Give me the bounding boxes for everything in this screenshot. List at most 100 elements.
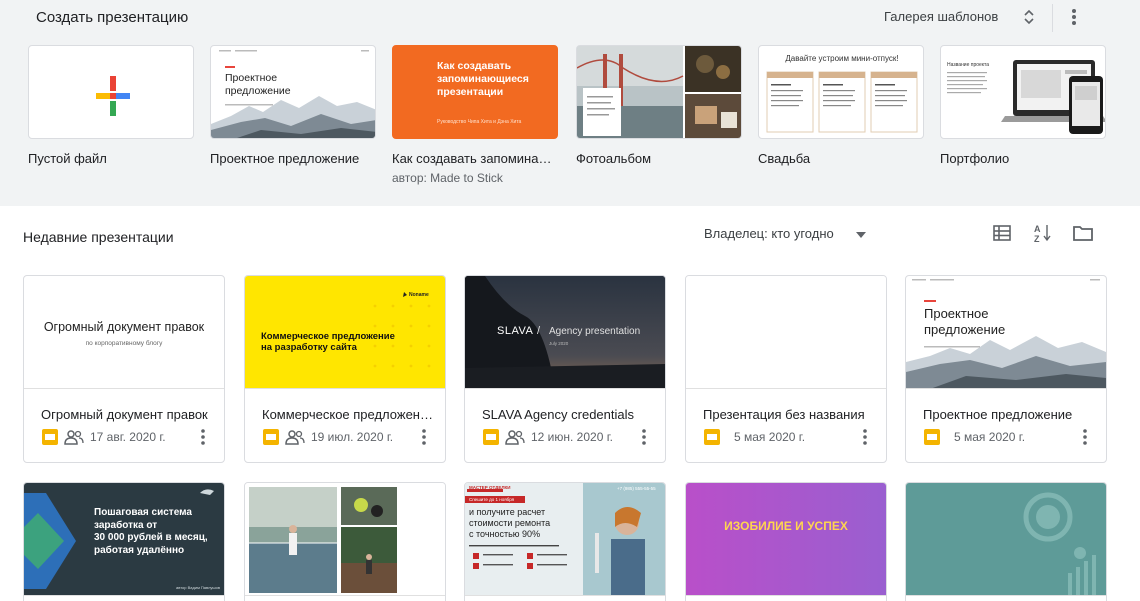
slides-icon bbox=[924, 429, 940, 445]
template-thumbnail[interactable]: Как создавать запоминающиеся презентации… bbox=[392, 45, 558, 139]
more-vert-icon[interactable] bbox=[420, 428, 428, 446]
template-project-proposal[interactable]: Проектное предложение Проектное предложе… bbox=[210, 45, 376, 166]
slides-icon bbox=[483, 429, 499, 445]
card-date: 19 июл. 2020 г. bbox=[311, 430, 394, 444]
template-name: Портфолио bbox=[940, 151, 1010, 166]
recent-presentations-title: Недавние презентации bbox=[23, 229, 174, 245]
presentation-card[interactable]: ИЗОБИЛИЕ И УСПЕХ bbox=[685, 482, 887, 601]
shared-people-icon bbox=[64, 430, 84, 445]
card-meta: 19 июл. 2020 г. bbox=[262, 428, 393, 446]
presentation-card[interactable]: Noname Коммерческое предложение на разра… bbox=[244, 275, 446, 463]
more-vert-icon[interactable] bbox=[199, 428, 207, 446]
template-thumbnail[interactable]: Давайте устроим мини-отпуск! bbox=[758, 45, 924, 139]
thumbnail-title: Огромный документ правок bbox=[43, 320, 205, 334]
card-thumbnail[interactable] bbox=[245, 483, 445, 596]
card-thumbnail[interactable]: Огромный документ правок по корпоративно… bbox=[24, 276, 224, 389]
template-wedding[interactable]: Давайте устроим мини-отпуск! Свадьба bbox=[758, 45, 924, 166]
owner-filter-dropdown[interactable]: Владелец: кто угодно bbox=[704, 226, 834, 241]
card-date: 17 авг. 2020 г. bbox=[90, 430, 166, 444]
sort-az-icon[interactable]: A Z bbox=[1032, 222, 1054, 244]
template-name: Проектное предложение bbox=[210, 151, 360, 166]
template-thumbnail[interactable] bbox=[576, 45, 742, 139]
thumbnail-caption: Руководство Чипа Хита и Дэна Хита bbox=[437, 119, 522, 125]
tennis-collage-thumbnail bbox=[249, 487, 397, 593]
thumbnail-title: Проектное предложение bbox=[924, 306, 1006, 337]
card-thumbnail[interactable] bbox=[906, 483, 1106, 596]
thumbnail-badge: Спешите до 1 ноября bbox=[469, 497, 515, 502]
card-thumbnail[interactable]: Пошаговая система заработка от 30 000 ру… bbox=[24, 483, 224, 596]
template-thumbnail[interactable]: Проектное предложение bbox=[210, 45, 376, 139]
svg-text:Z: Z bbox=[1034, 234, 1040, 244]
more-vert-icon[interactable] bbox=[861, 428, 869, 446]
card-thumbnail[interactable] bbox=[686, 276, 886, 389]
template-photo-album[interactable]: Фотоальбом bbox=[576, 45, 742, 166]
card-date: 12 июн. 2020 г. bbox=[531, 430, 613, 444]
more-vert-icon[interactable] bbox=[1081, 428, 1089, 446]
card-title: Презентация без названия bbox=[703, 407, 865, 422]
presentation-card[interactable]: Огромный документ правок по корпоративно… bbox=[23, 275, 225, 463]
thumbnail-brand: МАСТЕР ОТДЕЛКИ bbox=[469, 485, 511, 490]
thumbnail-title: Как создавать запоминающиеся презентации bbox=[437, 60, 529, 98]
shared-people-icon bbox=[505, 430, 525, 445]
thumbnail-logo: Noname bbox=[409, 292, 429, 298]
template-name: Как создавать запоминающиеся презентации bbox=[392, 151, 552, 166]
thumbnail-separator: / bbox=[537, 325, 541, 337]
template-blank[interactable]: Пустой файл bbox=[28, 45, 194, 166]
thumbnail-title: ИЗОБИЛИЕ И УСПЕХ bbox=[724, 519, 848, 533]
unfold-icon[interactable] bbox=[1020, 6, 1038, 28]
slides-icon bbox=[42, 429, 58, 445]
portfolio-thumbnail bbox=[947, 60, 1105, 134]
thumbnail-title: Коммерческое предложение на разработку с… bbox=[261, 331, 395, 353]
card-date: 5 мая 2020 г. bbox=[734, 430, 806, 444]
presentation-card[interactable] bbox=[905, 482, 1107, 601]
template-name: Фотоальбом bbox=[576, 151, 652, 166]
more-vert-icon[interactable] bbox=[640, 428, 648, 446]
thumbnail-subtitle: July 2020 bbox=[549, 341, 569, 346]
thumbnail-subtitle: по корпоративному блогу bbox=[85, 340, 163, 347]
card-thumbnail[interactable]: Проектное предложение bbox=[906, 276, 1106, 389]
photo-album-thumbnail bbox=[577, 46, 741, 138]
template-made-to-stick[interactable]: Как создавать запоминающиеся презентации… bbox=[392, 45, 558, 185]
card-thumbnail[interactable]: МАСТЕР ОТДЕЛКИ Спешите до 1 ноября и пол… bbox=[465, 483, 665, 596]
dropdown-arrow-icon[interactable] bbox=[856, 232, 866, 238]
template-thumbnail[interactable]: Название проекта bbox=[940, 45, 1106, 139]
presentation-card[interactable]: Пошаговая система заработка от 30 000 ру… bbox=[23, 482, 225, 601]
template-gallery: Создать презентацию Галерея шаблонов Пус… bbox=[0, 0, 1140, 206]
card-meta: 5 мая 2020 г. bbox=[703, 428, 805, 446]
list-view-icon[interactable] bbox=[992, 224, 1012, 242]
card-thumbnail[interactable]: SLAVA / Agency presentation July 2020 bbox=[465, 276, 665, 389]
shared-people-icon bbox=[285, 430, 305, 445]
thumbnail-title: и получите расчет стоимости ремонта с то… bbox=[469, 507, 551, 539]
presentation-card[interactable]: Презентация без названия 5 мая 2020 г. bbox=[685, 275, 887, 463]
presentation-card[interactable]: Проектное предложение Проектное предложе… bbox=[905, 275, 1107, 463]
presentation-card[interactable]: SLAVA / Agency presentation July 2020 SL… bbox=[464, 275, 666, 463]
presentation-card[interactable] bbox=[244, 482, 446, 601]
create-presentation-title: Создать презентацию bbox=[36, 9, 189, 26]
wedding-thumbnail bbox=[766, 71, 918, 133]
card-thumbnail[interactable]: Noname Коммерческое предложение на разра… bbox=[245, 276, 445, 389]
thumbnail-author: автор Вадим Павлушов bbox=[176, 585, 220, 590]
card-title: Коммерческое предложение на разработку с… bbox=[262, 407, 438, 422]
slides-icon bbox=[704, 429, 720, 445]
presentation-card[interactable]: МАСТЕР ОТДЕЛКИ Спешите до 1 ноября и пол… bbox=[464, 482, 666, 601]
template-portfolio[interactable]: Название проекта Портфолио bbox=[940, 45, 1106, 166]
template-name: Пустой файл bbox=[28, 151, 107, 166]
thumbnail-phone: +7 (985) 555-55-55 bbox=[617, 486, 656, 491]
more-vert-icon[interactable] bbox=[1064, 6, 1084, 28]
folder-icon[interactable] bbox=[1072, 224, 1094, 242]
divider bbox=[1052, 4, 1053, 32]
thumbnail-brand: SLAVA bbox=[497, 325, 534, 337]
plus-icon bbox=[96, 76, 130, 116]
template-author: автор: Made to Stick bbox=[392, 171, 503, 185]
template-thumbnail[interactable] bbox=[28, 45, 194, 139]
card-thumbnail[interactable]: ИЗОБИЛИЕ И УСПЕХ bbox=[686, 483, 886, 596]
thumbnail-title: Проектное предложение bbox=[225, 72, 291, 97]
slides-icon bbox=[263, 429, 279, 445]
card-date: 5 мая 2020 г. bbox=[954, 430, 1026, 444]
template-gallery-toggle[interactable]: Галерея шаблонов bbox=[884, 9, 998, 24]
card-title: Проектное предложение bbox=[923, 407, 1073, 422]
thumbnail-title: Пошаговая система заработка от 30 000 ру… bbox=[94, 507, 208, 556]
svg-text:A: A bbox=[1034, 224, 1041, 234]
card-meta: 5 мая 2020 г. bbox=[923, 428, 1025, 446]
card-title: SLAVA Agency credentials bbox=[482, 407, 635, 422]
